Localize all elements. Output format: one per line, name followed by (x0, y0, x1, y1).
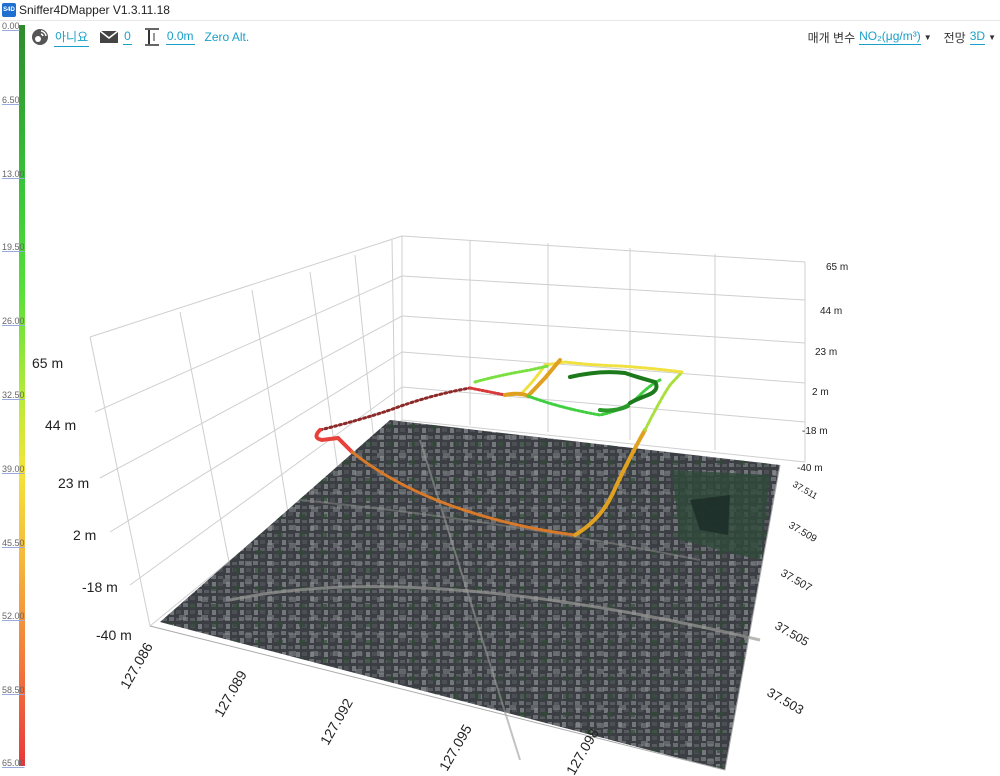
x-tick-label: 127.086 (117, 639, 156, 691)
legend-tick: 19.50 (2, 242, 25, 252)
legend-tick: 26.00 (2, 316, 25, 326)
z-tick-label: 23 m (58, 475, 89, 491)
y-tick-label: 37.505 (773, 618, 812, 649)
altitude-mode[interactable]: Zero Alt. (205, 30, 250, 44)
satellite-basemap (160, 420, 780, 770)
x-tick-label: 127.098 (563, 725, 602, 776)
color-legend: 0.00 6.50 13.00 19.50 26.00 32.50 39.00 … (0, 21, 27, 770)
view-label: 전망 (943, 30, 966, 45)
legend-tick: 39.00 (2, 464, 25, 474)
z-tick-label: -18 m (802, 426, 828, 437)
z-tick-label: -18 m (82, 579, 118, 595)
z-tick-label: 2 m (812, 387, 829, 398)
z-axis-left: 65 m 44 m 23 m 2 m -18 m -40 m (32, 355, 132, 643)
plot-3d[interactable]: 65 m 44 m 23 m 2 m -18 m -40 m 65 m 44 m… (30, 50, 1000, 776)
legend-tick: 13.00 (2, 169, 25, 179)
message-count-link[interactable]: 0 (123, 29, 132, 45)
z-tick-label: 2 m (73, 527, 96, 543)
app-logo-icon: S4D (2, 3, 16, 17)
view-select[interactable]: 3D (969, 29, 986, 45)
y-tick-label: 37.503 (765, 685, 807, 718)
toolbar-right: 매개 변수 NO₂(μg/m³) ▼ 전망 3D ▼ (808, 25, 996, 49)
altitude-value-link[interactable]: 0.0m (165, 29, 195, 45)
x-tick-label: 127.092 (317, 695, 356, 747)
y-tick-label: 37.511 (791, 479, 819, 501)
legend-tick: 6.50 (2, 95, 20, 105)
parameter-label: 매개 변수 (807, 30, 856, 45)
x-tick-label: 127.089 (211, 667, 250, 719)
z-tick-label: 44 m (820, 306, 842, 317)
envelope-icon[interactable] (99, 27, 119, 47)
chevron-down-icon[interactable]: ▼ (924, 33, 932, 42)
y-tick-label: 37.509 (787, 520, 819, 545)
toolbar: 아니요 0 0.0m Zero Alt. 매개 변수 NO₂(μg/m³) ▼ … (30, 25, 1000, 49)
z-tick-label: 65 m (32, 355, 63, 371)
legend-tick: 58.50 (2, 685, 25, 695)
z-tick-label: 23 m (815, 347, 837, 358)
legend-tick: 0.00 (2, 21, 20, 31)
y-axis-latitude: 37.511 37.509 37.507 37.505 37.503 (765, 479, 820, 717)
satellite-signal-icon[interactable] (30, 27, 50, 47)
z-tick-label: -40 m (797, 463, 823, 474)
altitude-icon[interactable] (142, 27, 162, 47)
legend-tick: 45.50 (2, 538, 25, 548)
y-tick-label: 37.507 (779, 567, 814, 594)
legend-tick: 65.00 (2, 758, 25, 768)
z-tick-label: -40 m (96, 627, 132, 643)
z-tick-label: 44 m (45, 417, 76, 433)
chevron-down-icon[interactable]: ▼ (988, 33, 996, 42)
title-bar: S4D Sniffer4DMapper V1.3.11.18 (0, 0, 1000, 21)
parameter-select[interactable]: NO₂(μg/m³) (859, 29, 921, 45)
legend-tick: 32.50 (2, 390, 25, 400)
signal-status-link[interactable]: 아니요 (54, 28, 90, 47)
z-tick-label: 65 m (826, 262, 848, 273)
window-title: Sniffer4DMapper V1.3.11.18 (19, 3, 170, 17)
legend-tick: 52.00 (2, 611, 25, 621)
x-tick-label: 127.095 (436, 721, 475, 773)
